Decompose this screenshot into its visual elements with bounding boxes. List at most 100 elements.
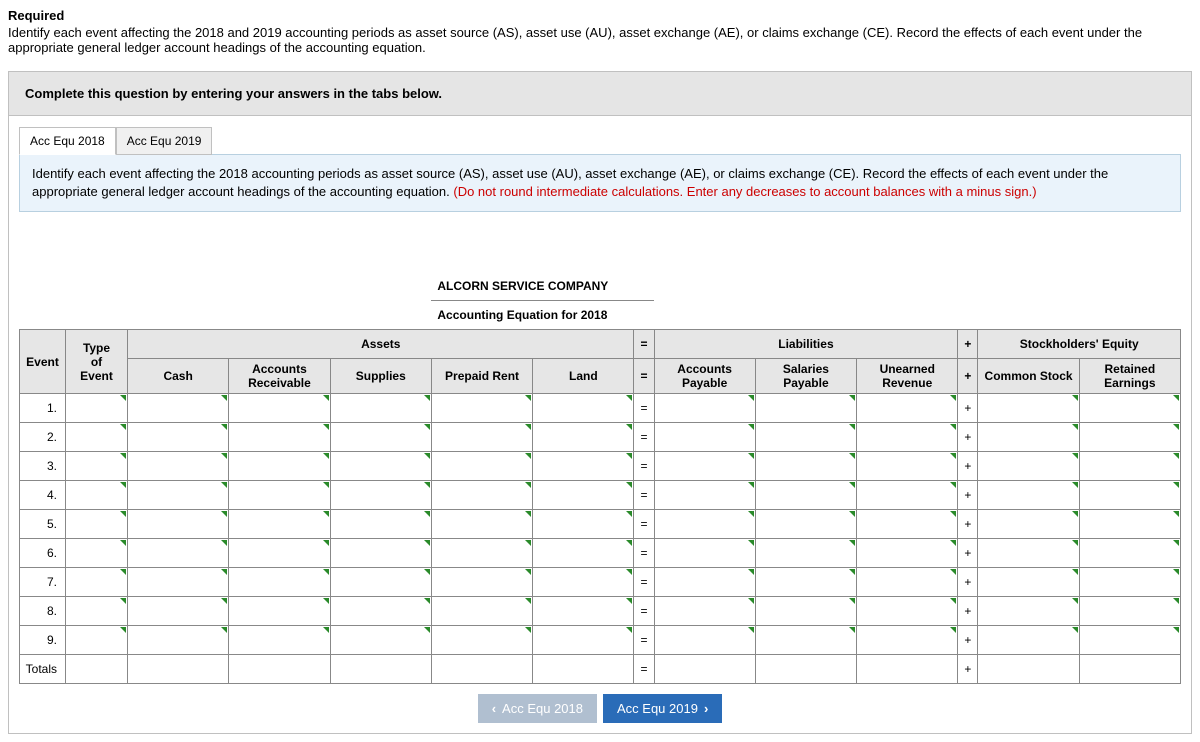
land-input[interactable] [533,597,634,626]
sp-input[interactable] [755,568,856,597]
sp-input[interactable] [755,481,856,510]
ar-input[interactable] [229,423,330,452]
cash-input[interactable] [128,481,229,510]
type-input[interactable] [66,568,128,597]
prepaid-input[interactable] [431,481,532,510]
ur-input[interactable] [857,452,958,481]
re-input[interactable] [1079,481,1180,510]
re-input[interactable] [1079,510,1180,539]
ap-input[interactable] [654,568,755,597]
type-input[interactable] [66,481,128,510]
prepaid-input[interactable] [431,626,532,655]
cs-input[interactable] [978,452,1079,481]
ap-input[interactable] [654,626,755,655]
land-input[interactable] [533,481,634,510]
cash-input[interactable] [128,452,229,481]
sp-input[interactable] [755,539,856,568]
ur-input[interactable] [857,597,958,626]
re-input[interactable] [1079,597,1180,626]
supplies-input[interactable] [330,568,431,597]
cash-input[interactable] [128,568,229,597]
ap-input[interactable] [654,539,755,568]
ap-input[interactable] [654,481,755,510]
cash-input[interactable] [128,510,229,539]
ar-input[interactable] [229,510,330,539]
type-input[interactable] [66,452,128,481]
ar-input[interactable] [229,568,330,597]
supplies-input[interactable] [330,510,431,539]
sp-input[interactable] [755,626,856,655]
cs-input[interactable] [978,568,1079,597]
supplies-input[interactable] [330,452,431,481]
re-input[interactable] [1079,452,1180,481]
sp-input[interactable] [755,423,856,452]
sp-input[interactable] [755,597,856,626]
type-input[interactable] [66,626,128,655]
supplies-input[interactable] [330,423,431,452]
ur-input[interactable] [857,539,958,568]
sp-input[interactable] [755,394,856,423]
cs-input[interactable] [978,394,1079,423]
supplies-input[interactable] [330,597,431,626]
prev-tab-button[interactable]: ‹ Acc Equ 2018 [478,694,597,723]
ar-input[interactable] [229,394,330,423]
land-input[interactable] [533,539,634,568]
supplies-input[interactable] [330,481,431,510]
cash-input[interactable] [128,539,229,568]
land-input[interactable] [533,510,634,539]
cs-input[interactable] [978,539,1079,568]
ur-input[interactable] [857,423,958,452]
ar-input[interactable] [229,626,330,655]
cash-input[interactable] [128,597,229,626]
ap-input[interactable] [654,394,755,423]
type-input[interactable] [66,539,128,568]
supplies-input[interactable] [330,539,431,568]
ar-input[interactable] [229,481,330,510]
prepaid-input[interactable] [431,597,532,626]
prepaid-input[interactable] [431,539,532,568]
cash-input[interactable] [128,423,229,452]
ar-input[interactable] [229,539,330,568]
prepaid-input[interactable] [431,423,532,452]
prepaid-input[interactable] [431,510,532,539]
ur-input[interactable] [857,626,958,655]
cs-input[interactable] [978,481,1079,510]
ur-input[interactable] [857,481,958,510]
type-input[interactable] [66,394,128,423]
land-input[interactable] [533,394,634,423]
ap-input[interactable] [654,452,755,481]
ur-input[interactable] [857,510,958,539]
cash-input[interactable] [128,626,229,655]
ur-input[interactable] [857,568,958,597]
land-input[interactable] [533,568,634,597]
cs-input[interactable] [978,597,1079,626]
ap-input[interactable] [654,597,755,626]
sp-input[interactable] [755,510,856,539]
cs-input[interactable] [978,510,1079,539]
ap-input[interactable] [654,423,755,452]
ar-input[interactable] [229,597,330,626]
prepaid-input[interactable] [431,394,532,423]
re-input[interactable] [1079,423,1180,452]
supplies-input[interactable] [330,626,431,655]
sp-input[interactable] [755,452,856,481]
prepaid-input[interactable] [431,452,532,481]
type-input[interactable] [66,597,128,626]
next-tab-button[interactable]: Acc Equ 2019 › [603,694,722,723]
cash-input[interactable] [128,394,229,423]
tab-acc-equ-2018[interactable]: Acc Equ 2018 [19,127,116,155]
cs-input[interactable] [978,423,1079,452]
re-input[interactable] [1079,394,1180,423]
ar-input[interactable] [229,452,330,481]
re-input[interactable] [1079,626,1180,655]
re-input[interactable] [1079,568,1180,597]
prepaid-input[interactable] [431,568,532,597]
re-input[interactable] [1079,539,1180,568]
ap-input[interactable] [654,510,755,539]
supplies-input[interactable] [330,394,431,423]
land-input[interactable] [533,423,634,452]
tab-acc-equ-2019[interactable]: Acc Equ 2019 [116,127,213,155]
type-input[interactable] [66,423,128,452]
type-input[interactable] [66,510,128,539]
cs-input[interactable] [978,626,1079,655]
